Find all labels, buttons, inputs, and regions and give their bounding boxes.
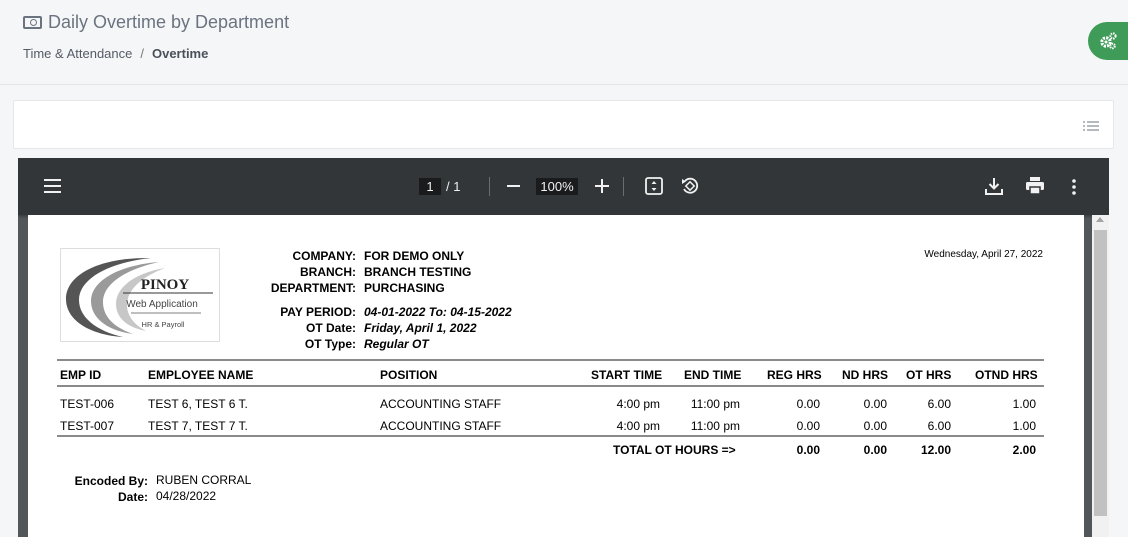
- breadcrumb-separator: /: [140, 46, 144, 61]
- rotate-icon[interactable]: [680, 176, 700, 196]
- cell-start-time: 4:00 pm: [616, 419, 660, 433]
- download-icon[interactable]: [984, 176, 1004, 196]
- company-label: COMPANY:: [292, 249, 356, 263]
- table-bottom-rule: [57, 435, 1044, 437]
- print-icon[interactable]: [1025, 177, 1045, 195]
- scroll-thumb[interactable]: [1094, 230, 1107, 516]
- cell-nd-hrs: 0.00: [863, 419, 887, 433]
- cell-ot-hrs: 6.00: [927, 419, 951, 433]
- total-label: TOTAL OT HOURS =>: [613, 443, 736, 457]
- pdf-toolbar: 1 / 1 100%: [18, 158, 1109, 215]
- col-ot-hrs: OT HRS: [906, 368, 952, 382]
- cell-emp-id: TEST-006: [60, 397, 115, 411]
- filter-card: [13, 100, 1114, 149]
- cell-start-time: 4:00 pm: [616, 397, 660, 411]
- toolbar-divider: [489, 177, 490, 196]
- zoom-input[interactable]: 100%: [536, 178, 578, 195]
- cell-end-time: 11:00 pm: [690, 397, 740, 411]
- cell-end-time: 11:00 pm: [690, 419, 740, 433]
- ot-date-value: Friday, April 1, 2022: [364, 321, 477, 335]
- table-header-rule: [57, 385, 1044, 387]
- more-vert-icon[interactable]: [1071, 178, 1077, 196]
- total-reg-hrs: 0.00: [796, 443, 820, 457]
- cell-otnd-hrs: 1.00: [1012, 397, 1036, 411]
- total-nd-hrs: 0.00: [863, 443, 887, 457]
- breadcrumb: Time & Attendance / Overtime: [23, 46, 208, 61]
- cell-position: ACCOUNTING STAFF: [380, 419, 502, 433]
- page-total: / 1: [446, 179, 461, 194]
- breadcrumb-parent[interactable]: Time & Attendance: [23, 46, 132, 61]
- page-header: Daily Overtime by Department Time & Atte…: [0, 0, 1128, 85]
- cell-emp-id: TEST-007: [60, 419, 115, 433]
- department-value: PURCHASING: [364, 281, 445, 295]
- cell-reg-hrs: 0.00: [796, 419, 820, 433]
- page-title-text: Daily Overtime by Department: [48, 12, 290, 32]
- scrollbar[interactable]: [1092, 215, 1109, 537]
- branch-value: BRANCH TESTING: [364, 265, 472, 279]
- encoded-date-value: 04/28/2022: [156, 489, 217, 503]
- svg-text:Web Application: Web Application: [126, 299, 198, 310]
- encoded-by-label: Encoded By:: [74, 474, 148, 488]
- report-date: Wednesday, April 27, 2022: [924, 249, 1043, 260]
- company-logo: PINOY Web Application HR & Payroll: [60, 248, 220, 342]
- cell-employee-name: TEST 6, TEST 6 T.: [148, 397, 248, 411]
- cell-otnd-hrs: 1.00: [1012, 419, 1036, 433]
- toolbar-divider: [623, 177, 624, 196]
- col-otnd-hrs: OTND HRS: [975, 368, 1038, 382]
- col-nd-hrs: ND HRS: [842, 368, 889, 382]
- pay-period-value: 04-01-2022 To: 04-15-2022: [364, 305, 512, 319]
- list-icon[interactable]: [1083, 120, 1099, 132]
- cell-employee-name: TEST 7, TEST 7 T.: [148, 419, 248, 433]
- plus-icon[interactable]: [595, 179, 609, 193]
- ot-type-value: Regular OT: [364, 337, 429, 351]
- table-top-rule: [57, 359, 1044, 361]
- col-position: POSITION: [380, 368, 438, 382]
- ot-date-label: OT Date:: [305, 321, 356, 335]
- svg-text:HR & Payroll: HR & Payroll: [142, 320, 185, 329]
- col-emp-id: EMP ID: [60, 368, 102, 382]
- cell-reg-hrs: 0.00: [796, 397, 820, 411]
- minus-icon[interactable]: [507, 185, 520, 187]
- breadcrumb-current: Overtime: [151, 46, 209, 61]
- money-icon: [23, 16, 42, 29]
- col-end-time: END TIME: [684, 368, 742, 382]
- pdf-page: PINOY Web Application HR & Payroll COMPA…: [28, 215, 1084, 537]
- page-title: Daily Overtime by Department: [23, 12, 289, 33]
- svg-text:PINOY: PINOY: [141, 277, 190, 293]
- scroll-up-icon[interactable]: [1096, 217, 1104, 222]
- gears-icon: [1100, 32, 1117, 50]
- cell-nd-hrs: 0.00: [863, 397, 887, 411]
- menu-icon[interactable]: [44, 179, 61, 193]
- fit-page-icon[interactable]: [645, 177, 663, 195]
- page-number-input[interactable]: 1: [419, 178, 441, 195]
- pay-period-label: PAY PERIOD:: [280, 305, 356, 319]
- col-start-time: START TIME: [591, 368, 663, 382]
- settings-button[interactable]: [1088, 22, 1128, 60]
- company-value: FOR DEMO ONLY: [364, 249, 465, 263]
- cell-position: ACCOUNTING STAFF: [380, 397, 502, 411]
- total-otnd-hrs: 2.00: [1012, 443, 1036, 457]
- encoded-by-value: RUBEN CORRAL: [156, 473, 252, 487]
- cell-ot-hrs: 6.00: [927, 397, 951, 411]
- encoded-date-label: Date:: [117, 490, 148, 504]
- col-reg-hrs: REG HRS: [767, 368, 822, 382]
- branch-label: BRANCH:: [300, 265, 356, 279]
- col-employee-name: EMPLOYEE NAME: [148, 368, 254, 382]
- department-label: DEPARTMENT:: [270, 281, 356, 295]
- ot-type-label: OT Type:: [304, 337, 356, 351]
- pdf-viewer: 1 / 1 100% PINOY Web Application HR & Pa…: [18, 158, 1109, 537]
- total-ot-hrs: 12.00: [920, 443, 951, 457]
